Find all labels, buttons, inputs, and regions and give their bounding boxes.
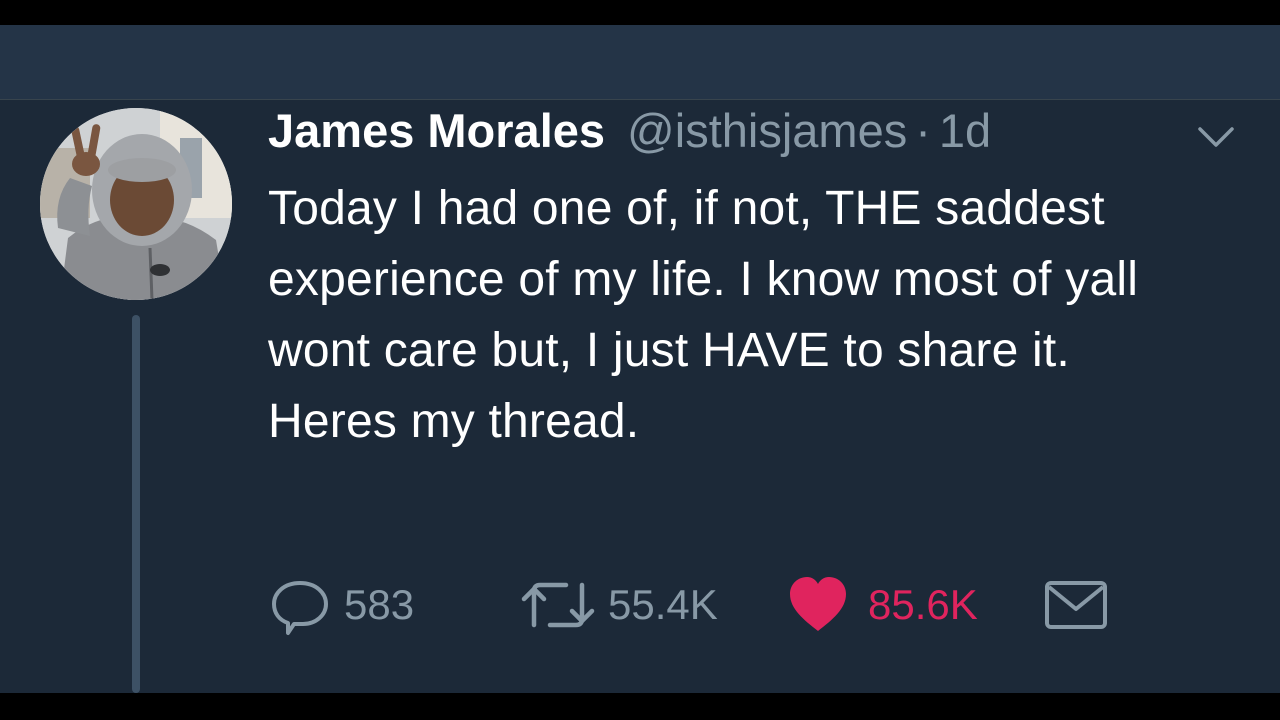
chevron-down-icon xyxy=(1198,127,1234,147)
direct-message-button[interactable] xyxy=(1044,573,1108,637)
tweet-actions: 583 55.4K 85.6K xyxy=(268,573,1168,637)
separator-dot: · xyxy=(915,104,931,157)
tweet-timestamp[interactable]: 1d xyxy=(939,103,991,159)
reply-count: 583 xyxy=(344,581,415,628)
avatar[interactable] xyxy=(40,108,232,300)
avatar-photo xyxy=(40,108,232,300)
tweet-menu-button[interactable] xyxy=(1196,123,1236,151)
tweet-header: James Morales @isthisjames · 1d xyxy=(268,103,991,159)
tweet-screen: James Morales @isthisjames · 1d Today I … xyxy=(0,25,1280,693)
top-bar xyxy=(0,25,1280,100)
video-frame: James Morales @isthisjames · 1d Today I … xyxy=(0,0,1280,720)
retweet-count: 55.4K xyxy=(608,581,718,628)
retweet-icon xyxy=(521,582,595,628)
reply-button[interactable]: 583 xyxy=(268,573,414,637)
thread-line xyxy=(132,315,140,693)
like-count: 85.6K xyxy=(868,581,978,628)
envelope-icon xyxy=(1045,581,1107,629)
reply-icon xyxy=(272,581,328,635)
like-button[interactable]: 85.6K xyxy=(786,573,978,637)
author-name[interactable]: James Morales xyxy=(268,103,605,159)
heart-icon xyxy=(790,577,846,631)
author-handle[interactable]: @isthisjames xyxy=(627,103,907,159)
tweet-text: Today I had one of, if not, THE saddest … xyxy=(268,182,1139,448)
retweet-button[interactable]: 55.4K xyxy=(520,573,718,637)
